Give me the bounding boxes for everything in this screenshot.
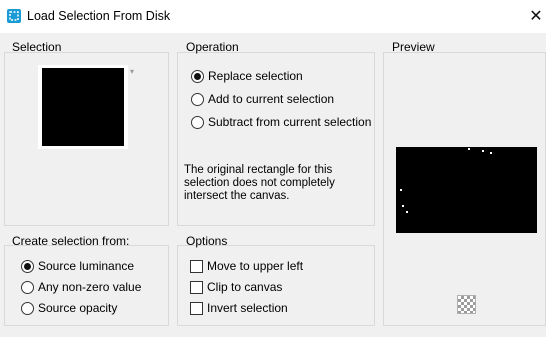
close-button[interactable]: ✕: [526, 5, 546, 27]
add-to-selection-radio[interactable]: Add to current selection: [191, 91, 334, 107]
checkbox-label: Invert selection: [207, 301, 288, 315]
radio-label: Add to current selection: [208, 92, 335, 106]
preview-label: Preview: [392, 40, 435, 54]
radio-label: Source opacity: [38, 301, 118, 315]
checkbox-label: Move to upper left: [207, 259, 304, 273]
transparency-checker-icon[interactable]: [457, 295, 476, 314]
selection-label: Selection: [12, 40, 62, 54]
checkbox-unchecked[interactable]: [190, 280, 203, 294]
title-bar: Load Selection From Disk ✕: [0, 0, 546, 33]
options-label: Options: [186, 234, 228, 248]
clip-to-canvas-checkbox[interactable]: Clip to canvas: [190, 279, 282, 295]
close-icon: ✕: [529, 8, 543, 25]
chevron-down-icon[interactable]: ▾: [130, 67, 134, 76]
checkbox-unchecked[interactable]: [190, 301, 203, 315]
preview-image: [396, 147, 537, 233]
window-title: Load Selection From Disk: [27, 9, 171, 23]
checkbox-label: Clip to canvas: [207, 280, 283, 294]
radio-checked[interactable]: [191, 69, 204, 83]
selection-thumbnail[interactable]: [38, 65, 128, 149]
create-from-label: Create selection from:: [12, 234, 130, 248]
any-non-zero-radio[interactable]: Any non-zero value: [21, 279, 141, 295]
preview-pixel: [490, 152, 492, 154]
replace-selection-radio[interactable]: Replace selection: [191, 68, 303, 84]
operation-label: Operation: [186, 40, 239, 54]
subtract-from-selection-radio[interactable]: Subtract from current selection: [191, 114, 371, 130]
radio-unchecked[interactable]: [21, 301, 34, 315]
move-to-upper-left-checkbox[interactable]: Move to upper left: [190, 258, 303, 274]
source-luminance-radio[interactable]: Source luminance: [21, 258, 134, 274]
preview-pixel: [400, 189, 402, 191]
radio-label: Subtract from current selection: [208, 115, 372, 129]
radio-unchecked[interactable]: [21, 280, 34, 294]
invert-selection-checkbox[interactable]: Invert selection: [190, 300, 288, 316]
checkbox-unchecked[interactable]: [190, 259, 203, 273]
preview-pixel: [482, 150, 484, 152]
radio-unchecked[interactable]: [191, 92, 204, 106]
radio-label: Source luminance: [38, 259, 135, 273]
source-opacity-radio[interactable]: Source opacity: [21, 300, 117, 316]
preview-pixel: [406, 211, 408, 213]
psp-selection-icon: [7, 9, 21, 23]
preview-pixel: [468, 148, 470, 150]
radio-unchecked[interactable]: [191, 115, 204, 129]
radio-label: Replace selection: [208, 69, 303, 83]
intersection-warning: The original rectangle for this selectio…: [184, 164, 335, 202]
radio-checked[interactable]: [21, 259, 34, 273]
selection-thumbnail-image: [42, 68, 124, 146]
preview-pixel: [402, 205, 404, 207]
radio-label: Any non-zero value: [38, 280, 142, 294]
